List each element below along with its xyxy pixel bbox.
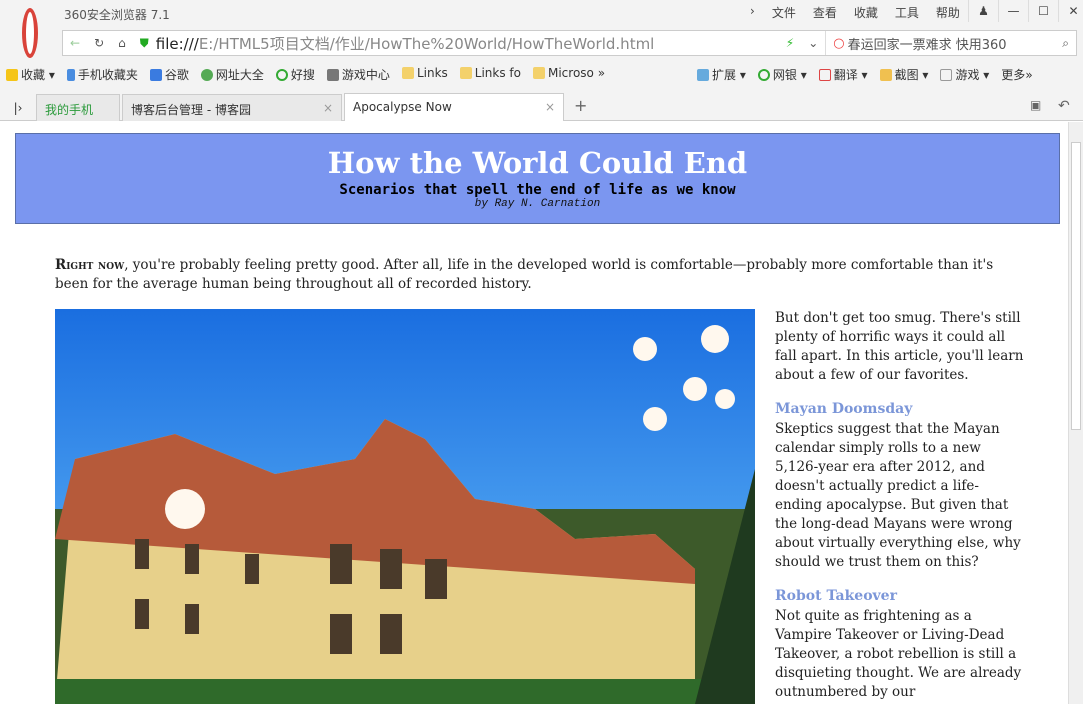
screenshot-button[interactable]: 截图 ▾ <box>879 66 928 83</box>
sidebar-toggle-icon[interactable]: |› <box>0 101 36 121</box>
search-input[interactable]: ○ 春运回家一票难求 快用360 <box>825 31 1055 55</box>
section-text-robot: Not quite as frightening as a Vampire Ta… <box>775 608 1022 700</box>
bank-button[interactable]: 网银 ▾ <box>757 66 807 83</box>
menu-view[interactable]: 查看 <box>813 4 837 21</box>
url-input[interactable]: file:///E:/HTML5项目文档/作业/HowThe%20World/H… <box>156 33 779 54</box>
skin-icon[interactable]: ♟ <box>968 0 998 22</box>
bookmark-links-for[interactable]: Links fo <box>459 66 521 83</box>
close-button[interactable]: ✕ <box>1058 0 1083 22</box>
bookmark-hao[interactable]: 网址大全 <box>200 66 264 83</box>
bookmark-haosou[interactable]: 好搜 <box>275 66 315 83</box>
bookmark-microsoft[interactable]: Microso » <box>532 66 605 83</box>
tab-blog-admin[interactable]: 博客后台管理 - 博客园 × <box>122 94 342 121</box>
extensions-button[interactable]: 扩展 ▾ <box>697 66 746 83</box>
section-text-mayan: Skeptics suggest that the Mayan calendar… <box>775 421 1021 570</box>
close-tab-icon[interactable]: × <box>323 101 333 115</box>
section-heading-robot: Robot Takeover <box>775 588 897 604</box>
bookmark-google[interactable]: 谷歌 <box>149 66 189 83</box>
scrollbar-thumb[interactable] <box>1071 142 1081 430</box>
chevron-down-icon[interactable]: ⌄ <box>801 36 825 50</box>
browser-chrome: 360安全浏览器 7.1 › 文件 查看 收藏 工具 帮助 ♟ — ☐ ✕ ← … <box>0 0 1083 121</box>
section-heading-mayan: Mayan Doomsday <box>775 401 913 417</box>
sidebar-article: But don't get too smug. There's still pl… <box>775 309 1025 702</box>
byline: by Ray N. Carnation <box>474 198 601 210</box>
menu-file[interactable]: 文件 <box>772 4 796 21</box>
page-header: How the World Could End Scenarios that s… <box>15 133 1060 224</box>
tab-bar: |› 我的手机 博客后台管理 - 博客园 × Apocalypse Now × + <box>0 93 1083 121</box>
article-photo <box>55 309 755 704</box>
close-tab-icon[interactable]: × <box>545 100 555 115</box>
toolbar-extensions: 扩展 ▾ 网银 ▾ 翻译 ▾ 截图 ▾ 游戏 ▾ 更多» <box>697 66 1033 83</box>
maximize-button[interactable]: ☐ <box>1028 0 1058 22</box>
bookmark-mobile[interactable]: 手机收藏夹 <box>66 66 138 83</box>
shield-icon: ⛊ <box>139 35 149 50</box>
menu-more-icon[interactable]: › <box>750 4 755 21</box>
bookmark-games[interactable]: 游戏中心 <box>326 66 390 83</box>
tab-list-icon[interactable]: ▣ <box>1030 98 1041 112</box>
reload-icon[interactable]: ↻ <box>87 36 111 50</box>
address-bar: ← ↻ ⌂ ⛊ file:///E:/HTML5项目文档/作业/HowThe%2… <box>62 30 1077 56</box>
search-icon[interactable]: ⌕ <box>1055 36 1076 51</box>
home-icon[interactable]: ⌂ <box>111 36 133 50</box>
menu-help[interactable]: 帮助 <box>936 4 960 21</box>
window-title: 360安全浏览器 7.1 <box>64 8 170 22</box>
restore-tab-icon[interactable]: ↶ <box>1058 98 1070 114</box>
search-engine-icon: ○ <box>833 35 845 51</box>
page-content: How the World Could End Scenarios that s… <box>0 122 1068 704</box>
bookmark-favorites[interactable]: 收藏 ▾ <box>6 66 55 83</box>
menu-bar: › 文件 查看 收藏 工具 帮助 <box>750 4 960 21</box>
page-subtitle: Scenarios that spell the end of life as … <box>339 182 736 198</box>
bookmarks-bar: 收藏 ▾ 手机收藏夹 谷歌 网址大全 好搜 游戏中心 Links Links f… <box>6 66 605 83</box>
translate-button[interactable]: 翻译 ▾ <box>818 66 868 83</box>
menu-tools[interactable]: 工具 <box>895 4 919 21</box>
window-controls: ♟ — ☐ ✕ <box>968 0 1083 22</box>
page-title: How the World Could End <box>327 146 748 180</box>
intro-paragraph: Right now, you're probably feeling prett… <box>55 257 994 292</box>
tab-apocalypse-now[interactable]: Apocalypse Now × <box>344 93 564 121</box>
minimize-button[interactable]: — <box>998 0 1028 22</box>
bookmark-links[interactable]: Links <box>401 66 448 83</box>
more-button[interactable]: 更多» <box>1001 66 1032 83</box>
back-icon[interactable]: ← <box>63 36 87 50</box>
browser-logo-icon <box>22 8 38 58</box>
side-intro: But don't get too smug. There's still pl… <box>775 310 1024 383</box>
tab-my-phone[interactable]: 我的手机 <box>36 94 120 121</box>
games-button[interactable]: 游戏 ▾ <box>940 66 989 83</box>
speed-icon[interactable]: ⚡ <box>779 36 801 50</box>
menu-favorites[interactable]: 收藏 <box>854 4 878 21</box>
new-tab-button[interactable]: + <box>566 96 595 121</box>
